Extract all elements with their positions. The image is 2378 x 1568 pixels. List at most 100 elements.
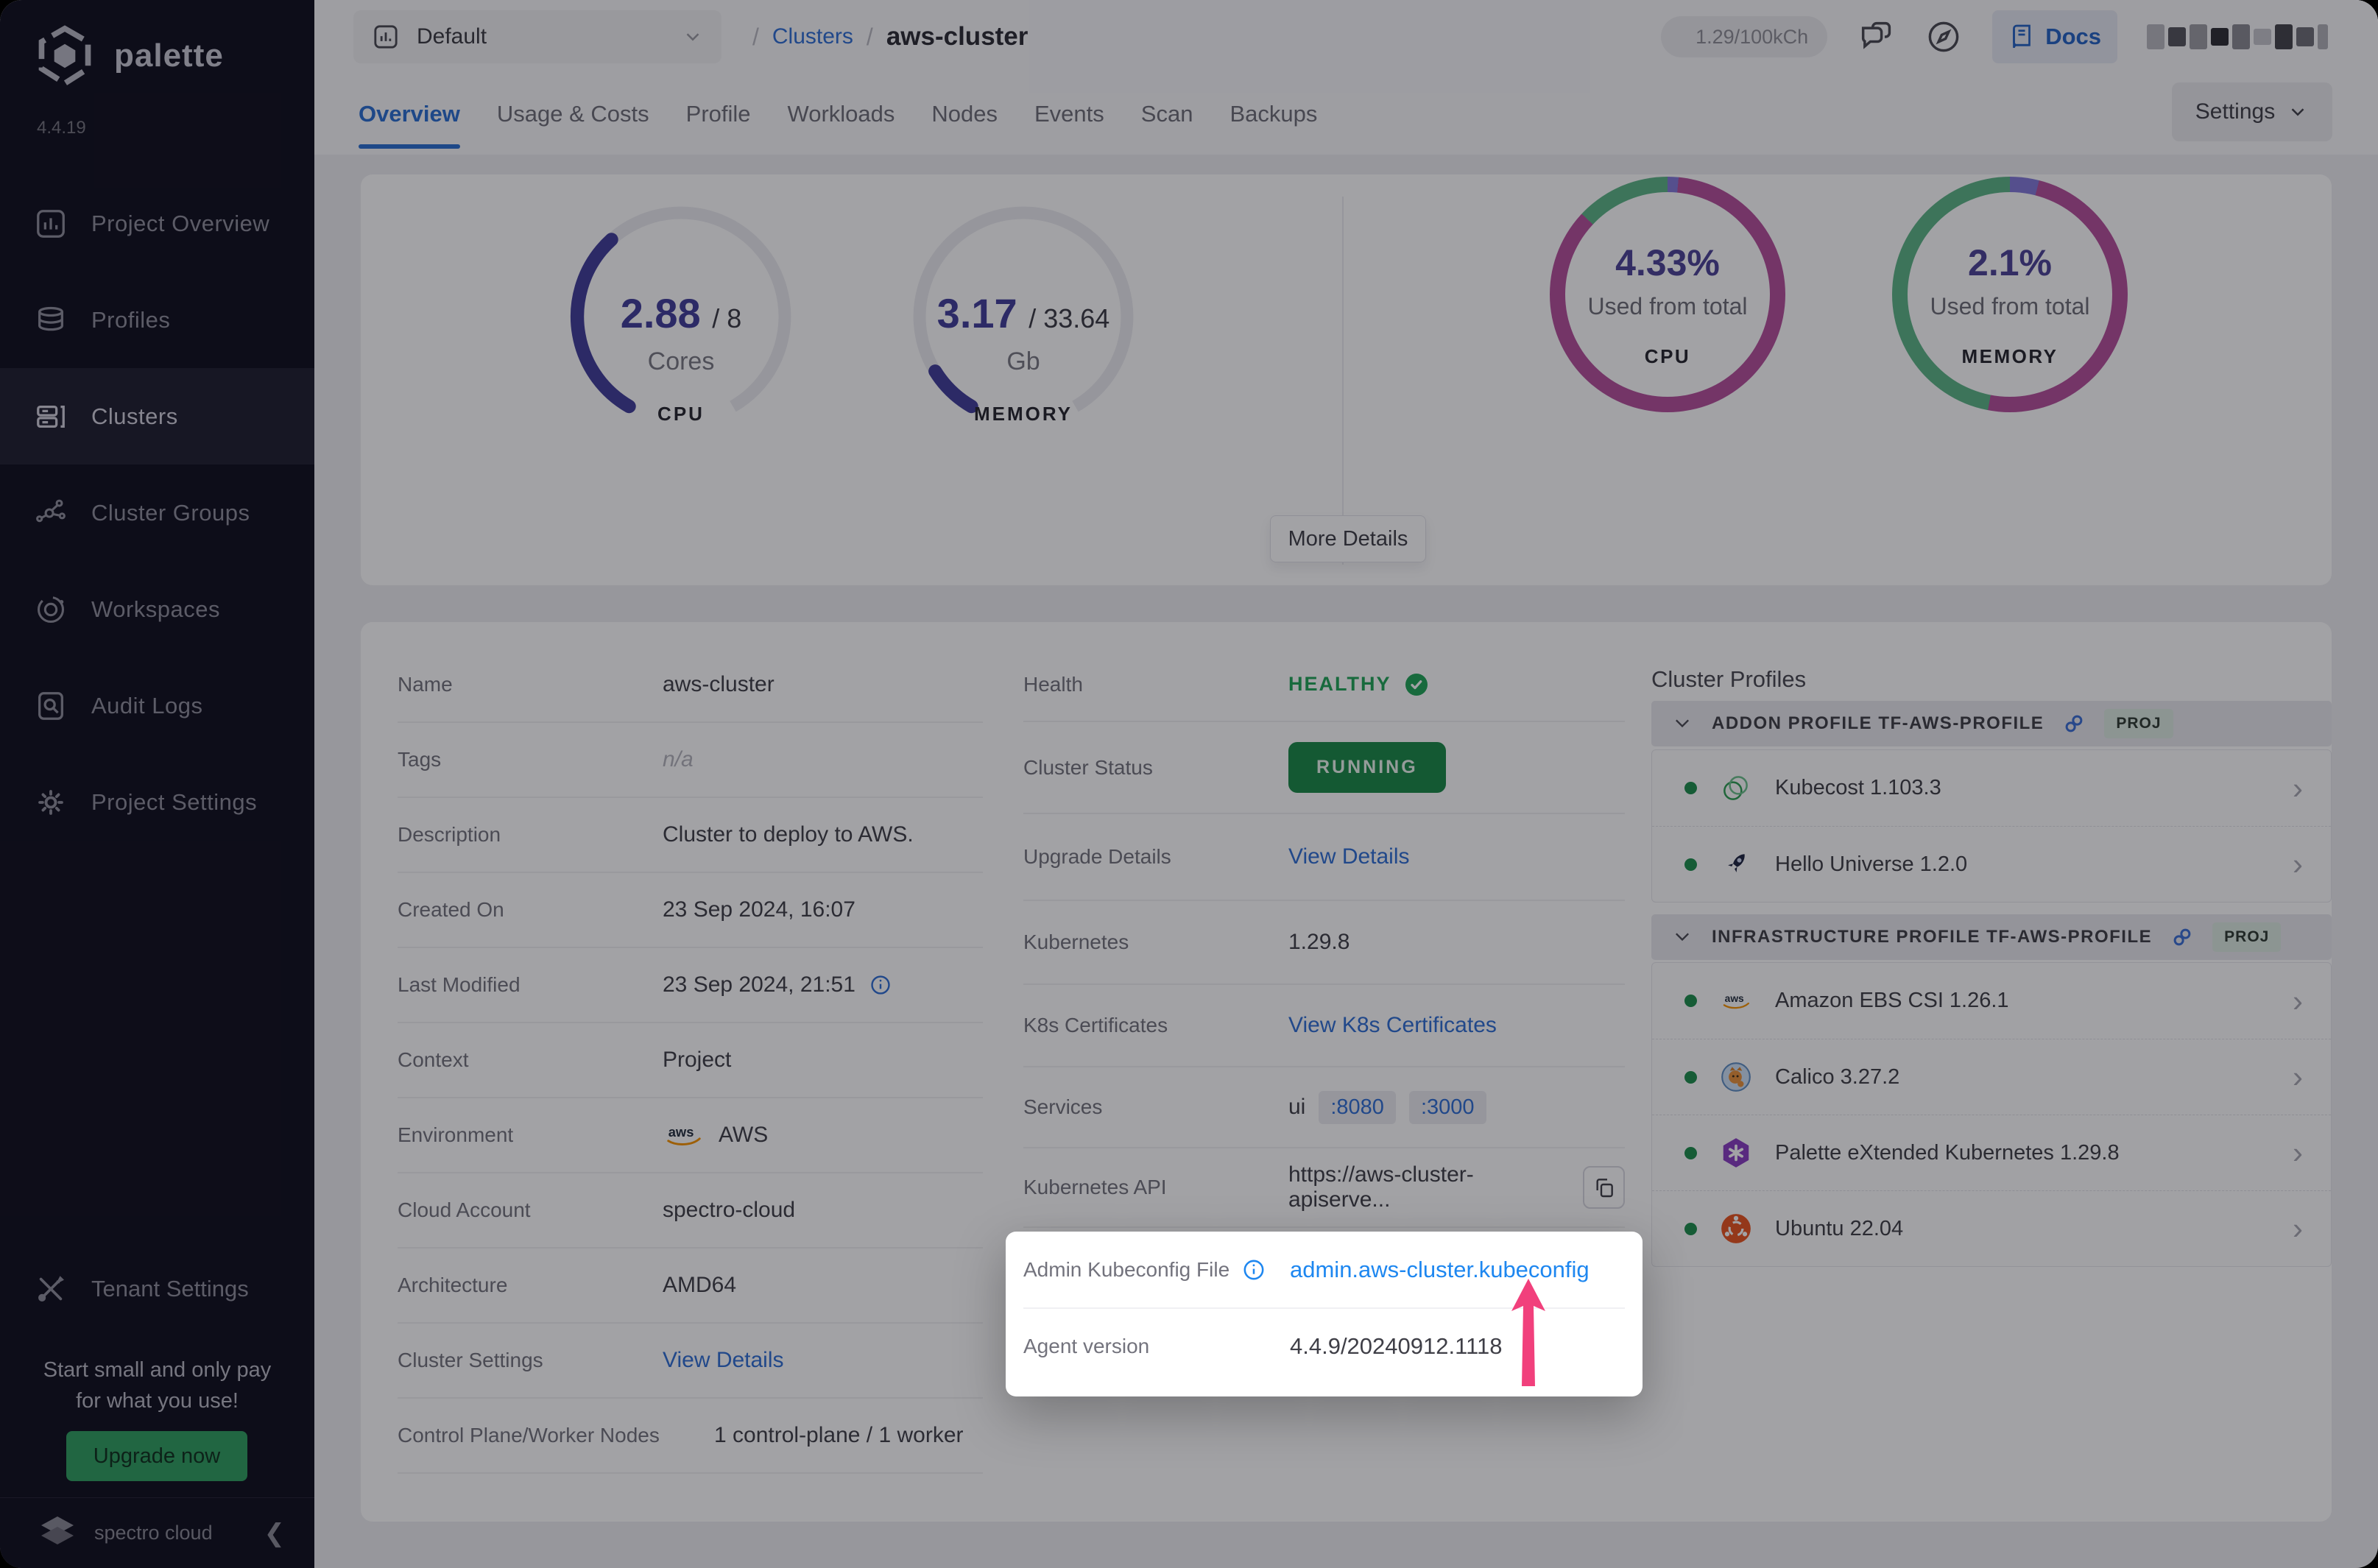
admin-kubeconfig-label: Admin Kubeconfig File	[1023, 1257, 1230, 1281]
profile-item-amazon-ebs-csi[interactable]: aws Amazon EBS CSI 1.26.1 ›	[1652, 963, 2331, 1039]
tab-overview[interactable]: Overview	[359, 74, 460, 155]
cpu-total-value: / 8	[712, 303, 742, 333]
link-icon	[2065, 715, 2083, 732]
sidebar-nav: Project Overview Profiles Clusters Clust…	[0, 175, 314, 850]
infrastructure-profile-header[interactable]: INFRASTRUCTURE PROFILE TF-AWS-PROFILE PR…	[1651, 914, 2332, 960]
chat-icon	[1862, 21, 1891, 49]
svg-text:aws: aws	[668, 1124, 694, 1140]
explore-button[interactable]	[1924, 18, 1963, 56]
chevron-down-icon	[1676, 719, 1689, 728]
upgrade-now-button[interactable]: Upgrade now	[66, 1431, 247, 1481]
profile-item-hello-universe[interactable]: Hello Universe 1.2.0 ›	[1652, 826, 2331, 902]
tab-backups[interactable]: Backups	[1229, 74, 1317, 155]
memory-donut-caption: Used from total	[1930, 293, 2090, 319]
agent-version-value: 4.4.9/20240912.1118	[1290, 1332, 1503, 1359]
copy-button[interactable]	[1583, 1166, 1625, 1209]
info-icon[interactable]	[869, 973, 892, 997]
memory-gauge: 3.17 / 33.64 Gb MEMORY	[909, 202, 1137, 431]
chat-button[interactable]	[1857, 18, 1895, 56]
table-row: Kubernetes 1.29.8	[1023, 901, 1625, 985]
cluster-status-table: Health HEALTHY Cluster Status RUNNING Up…	[1023, 648, 1625, 1228]
cluster-settings-link[interactable]: View Details	[663, 1348, 784, 1373]
sidebar-item-label: Project Overview	[91, 210, 270, 236]
tab-workloads[interactable]: Workloads	[788, 74, 895, 155]
service-port-link[interactable]: :3000	[1408, 1090, 1486, 1124]
spectro-cloud-logo	[41, 1516, 74, 1544]
sidebar-item-clusters[interactable]: Clusters	[0, 368, 314, 465]
docs-button[interactable]: Docs	[1992, 10, 2117, 63]
tab-nodes[interactable]: Nodes	[931, 74, 998, 155]
sidebar-item-project-overview[interactable]: Project Overview	[0, 175, 314, 272]
sidebar-item-label: Clusters	[91, 403, 178, 429]
profile-title: INFRASTRUCTURE PROFILE TF-AWS-PROFILE	[1712, 927, 2153, 947]
collapse-sidebar-icon[interactable]: ❮	[264, 1519, 286, 1548]
tools-icon	[38, 1276, 64, 1302]
memory-donut: 2.1% Used from total MEMORY	[1892, 177, 2128, 412]
sidebar-item-profiles[interactable]: Profiles	[0, 272, 314, 368]
settings-label: Settings	[2195, 99, 2276, 124]
addon-profile-items: Kubecost 1.103.3 › Hello Universe 1.2.0 …	[1651, 749, 2332, 903]
sidebar-item-workspaces[interactable]: Workspaces	[0, 561, 314, 657]
k8s-certificates-link[interactable]: View K8s Certificates	[1288, 1013, 1497, 1038]
chevron-right-icon: ›	[2293, 770, 2303, 805]
breadcrumb-clusters-link[interactable]: Clusters	[772, 24, 853, 49]
bar-chart-icon	[37, 209, 65, 238]
cluster-profiles-heading: Cluster Profiles	[1651, 666, 1807, 692]
sidebar-item-audit-logs[interactable]: Audit Logs	[0, 657, 314, 754]
profile-item-calico[interactable]: Calico 3.27.2 ›	[1652, 1039, 2331, 1115]
table-row: Cluster Settings View Details	[398, 1324, 983, 1399]
tab-events[interactable]: Events	[1034, 74, 1104, 155]
promo-text: Start small and only pay for what you us…	[43, 1358, 272, 1413]
copy-icon	[1596, 1179, 1613, 1198]
nodes-value: 1 control-plane / 1 worker	[714, 1423, 964, 1447]
sidebar-item-project-settings[interactable]: Project Settings	[0, 754, 314, 850]
more-details-button[interactable]: More Details	[1270, 515, 1426, 562]
table-row: Services ui :8080 :3000	[1023, 1067, 1625, 1148]
ubuntu-icon	[1721, 1214, 1751, 1243]
memory-percent-value: 2.1%	[1968, 242, 2052, 283]
info-icon[interactable]	[1241, 1257, 1266, 1282]
project-selector[interactable]: Default	[353, 10, 721, 63]
topbar: Default / Clusters / aws-cluster 1.29/10…	[314, 0, 2378, 74]
profile-item-palette-extended-kubernetes[interactable]: Palette eXtended Kubernetes 1.29.8 ›	[1652, 1115, 2331, 1190]
check-circle-icon	[1405, 673, 1428, 696]
settings-button[interactable]: Settings	[2172, 82, 2332, 141]
table-row: Context Project	[398, 1023, 983, 1098]
compass-icon	[1928, 21, 1959, 52]
app-version: 4.4.19	[37, 118, 86, 138]
docs-label: Docs	[2045, 24, 2101, 49]
profile-item-ubuntu[interactable]: Ubuntu 22.04 ›	[1652, 1190, 2331, 1266]
sidebar-item-label: Workspaces	[91, 596, 220, 622]
cpu-gauge-label: CPU	[657, 403, 705, 425]
audit-logs-icon	[38, 691, 63, 720]
tab-scan[interactable]: Scan	[1141, 74, 1193, 155]
table-row: Control Plane/Worker Nodes 1 control-plan…	[398, 1399, 983, 1474]
project-icon	[374, 25, 398, 49]
sidebar-item-tenant-settings[interactable]: Tenant Settings	[0, 1260, 314, 1318]
table-row: Kubernetes API https://aws-cluster-apise…	[1023, 1148, 1625, 1228]
upgrade-details-link[interactable]: View Details	[1288, 844, 1410, 869]
scope-badge: PROJ	[2104, 709, 2173, 738]
status-dot	[1684, 1222, 1697, 1235]
tab-profile[interactable]: Profile	[686, 74, 751, 155]
footer-brand: spectro cloud	[94, 1522, 213, 1544]
sidebar-item-cluster-groups[interactable]: Cluster Groups	[0, 465, 314, 561]
description-value: Cluster to deploy to AWS.	[663, 822, 914, 847]
service-port-link[interactable]: :8080	[1319, 1090, 1396, 1124]
profile-item-kubecost[interactable]: Kubecost 1.103.3 ›	[1652, 750, 2331, 826]
status-dot	[1684, 1070, 1697, 1084]
user-account-redacted[interactable]	[2147, 24, 2328, 49]
profile-title: ADDON PROFILE TF-AWS-PROFILE	[1712, 713, 2044, 733]
app-window: palette 4.4.19 Project Overview Profiles…	[0, 0, 2378, 1568]
topbar-actions: 1.29/100kCh Docs	[1661, 0, 2328, 74]
addon-profile-header[interactable]: ADDON PROFILE TF-AWS-PROFILE PROJ	[1651, 701, 2332, 746]
status-dot	[1684, 858, 1697, 871]
memory-total-value: / 33.64	[1029, 303, 1110, 333]
project-selector-value: Default	[417, 24, 487, 49]
services-value: ui :8080 :3000	[1288, 1090, 1486, 1124]
cluster-profiles-section: Cluster Profiles ADDON PROFILE TF-AWS-PR…	[1651, 622, 2332, 1522]
tab-usage-costs[interactable]: Usage & Costs	[497, 74, 649, 155]
infrastructure-profile-items: aws Amazon EBS CSI 1.26.1 › Calico 3.27.…	[1651, 962, 2332, 1267]
chevron-down-icon	[1676, 933, 1689, 942]
architecture-value: AMD64	[663, 1273, 737, 1297]
